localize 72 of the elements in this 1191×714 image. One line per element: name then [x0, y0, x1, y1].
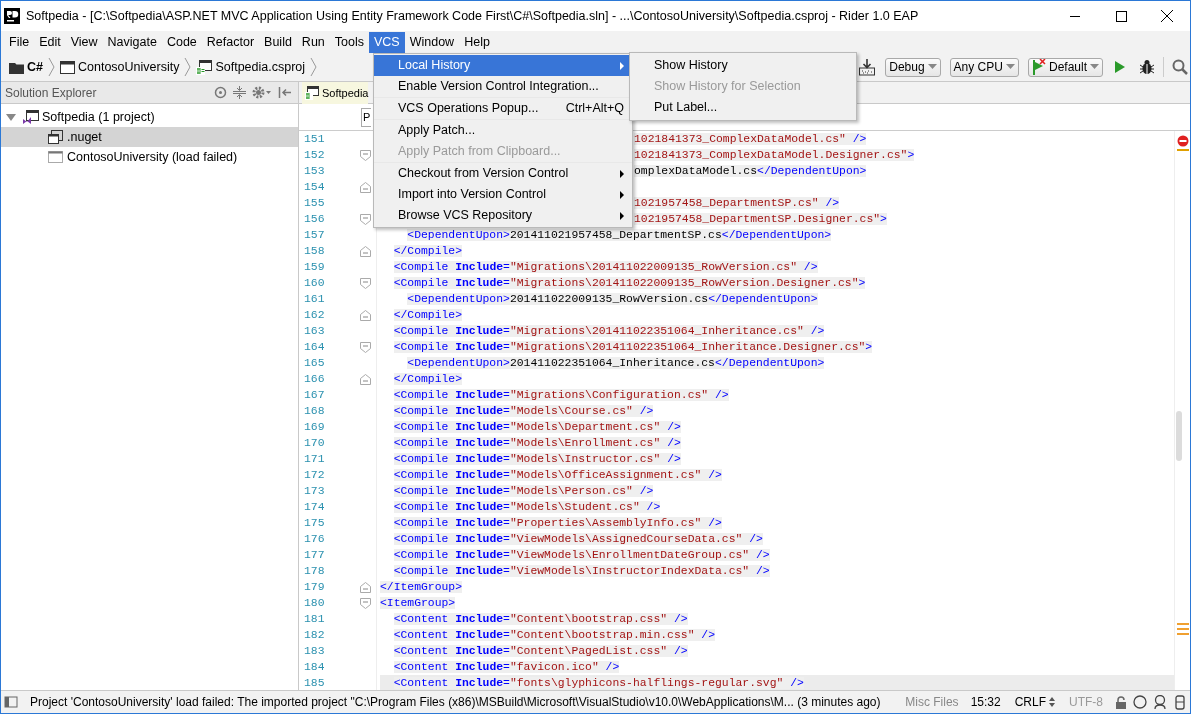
menu-item[interactable]: Tools [329, 31, 369, 53]
menu-item[interactable]: Enable Version Control Integration... [374, 76, 632, 97]
breadcrumb-item[interactable]: Softpedia.csproj [194, 57, 308, 77]
line-number: 152 [304, 148, 326, 163]
menu-item[interactable]: Import into Version Control [374, 184, 632, 205]
breadcrumb-item[interactable]: C# [7, 57, 45, 77]
line-number: 180 [304, 596, 326, 611]
menu-item[interactable]: Code [161, 31, 202, 53]
line-number: 174 [304, 500, 326, 515]
line-number: 176 [304, 532, 326, 547]
line-number: 173 [304, 484, 326, 499]
line-number: 179 [304, 580, 326, 595]
line-number: 175 [304, 516, 326, 531]
menu-item[interactable]: Build [259, 31, 297, 53]
line-number: 178 [304, 564, 326, 579]
line-number: 157 [304, 228, 326, 243]
line-number: 153 [304, 164, 326, 179]
menu-item[interactable]: VCS [369, 31, 405, 53]
menu-item[interactable]: Apply Patch... [374, 120, 632, 141]
panel-title: Solution Explorer [5, 84, 97, 102]
line-number: 181 [304, 612, 326, 627]
menu-item[interactable]: Show History [630, 55, 856, 76]
line-number: 151 [304, 132, 326, 147]
line-number: 165 [304, 356, 326, 371]
line-number: 168 [304, 404, 326, 419]
line-number: 167 [304, 388, 326, 403]
tree-item[interactable]: ContosoUniversity (load failed) [1, 147, 298, 167]
menu-item[interactable]: Navigate [102, 31, 162, 53]
line-number: 154 [304, 180, 326, 195]
menu-item[interactable]: Edit [34, 31, 66, 53]
line-number: 160 [304, 276, 326, 291]
line-number: 155 [304, 196, 326, 211]
editor-tab[interactable]: Softpedia [302, 82, 369, 104]
menu-item[interactable]: Refactor [201, 31, 260, 53]
caret-position[interactable]: 15:32 [970, 693, 1001, 711]
menu-item[interactable]: Window [404, 31, 460, 53]
line-number: 162 [304, 308, 326, 323]
configuration-dropdown[interactable]: Default [1027, 57, 1103, 77]
menu-item[interactable]: View [65, 31, 103, 53]
status-message: Project 'ContosoUniversity' load failed: The imported project "C:\Program Files (x86)\MSBuild\Microsoft\VisualStudio\v10.0\WebApplications\M... (3 minutes ago) [30, 694, 882, 711]
tree-item[interactable]: .nuget [1, 127, 298, 147]
menu-item[interactable]: VCS Operations Popup... Ctrl+Alt+Q [374, 98, 632, 119]
line-number: 164 [304, 340, 326, 355]
menu-item[interactable]: File [4, 31, 35, 53]
breadcrumb-item[interactable]: ContosoUniversity [58, 57, 182, 77]
menu-item[interactable]: Put Label... [630, 97, 856, 118]
menu-item[interactable]: Browse VCS Repository [374, 205, 632, 226]
configuration-dropdown[interactable]: Debug [885, 57, 941, 77]
line-number: 158 [304, 244, 326, 259]
menu-item[interactable]: Local History [374, 55, 632, 76]
line-number: 166 [304, 372, 326, 387]
line-number: 163 [304, 324, 326, 339]
line-number: 183 [304, 644, 326, 659]
menu-item[interactable]: Checkout from Version Control [374, 163, 632, 184]
line-number: 161 [304, 292, 326, 307]
line-number: 177 [304, 548, 326, 563]
window-title: Softpedia - [C:\Softpedia\ASP.NET MVC Application Using Entity Framework Code First\C#\Softpedia.sln] - ...\ContosoUniversity\Softpedia.csproj - Rider 1.0 EAP [26, 7, 919, 25]
structure-field[interactable]: P [361, 107, 371, 127]
line-number: 170 [304, 436, 326, 451]
configuration-dropdown[interactable]: Any CPU [949, 57, 1019, 77]
line-number: 182 [304, 628, 326, 643]
line-number: 171 [304, 452, 326, 467]
tree-item[interactable]: Softpedia (1 project) [1, 107, 298, 127]
line-number: 185 [304, 676, 326, 690]
line-number: 184 [304, 660, 326, 675]
line-separator-dropdown[interactable]: CRLF [1012, 693, 1057, 711]
line-number: 159 [304, 260, 326, 275]
menu-item[interactable]: Help [459, 31, 495, 53]
line-number: 169 [304, 420, 326, 435]
line-number: 172 [304, 468, 326, 483]
menu-item[interactable]: Run [296, 31, 330, 53]
line-number: 156 [304, 212, 326, 227]
